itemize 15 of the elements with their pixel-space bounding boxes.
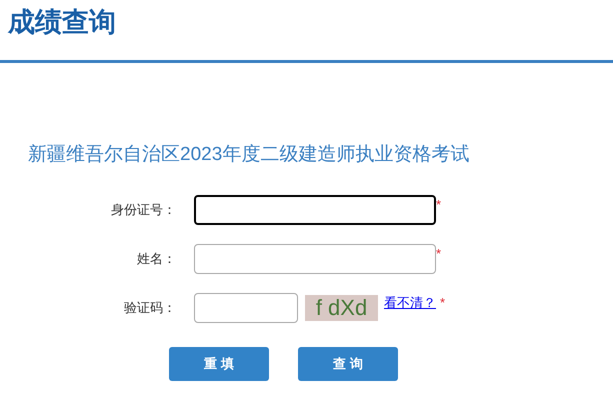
input-field[interactable] [194,244,436,274]
required-mark: * [440,294,446,312]
input-field[interactable] [194,293,298,323]
required-mark: * [436,245,442,263]
captcha-image: f dXd [305,295,378,321]
required-mark: * [436,196,442,214]
refresh-captcha-link[interactable]: 看不清？ [384,293,436,312]
exam-title: 新疆维吾尔自治区2023年度二级建造师执业资格考试 [27,143,470,167]
page-title: 成绩查询 [8,6,116,39]
field-label: 姓名： [136,250,177,268]
input-field[interactable] [194,195,436,225]
field-label: 验证码： [123,299,177,318]
query-button[interactable]: 查 询 [298,347,398,381]
reset-button[interactable]: 重 填 [169,347,269,381]
field-label: 身份证号： [110,201,177,220]
